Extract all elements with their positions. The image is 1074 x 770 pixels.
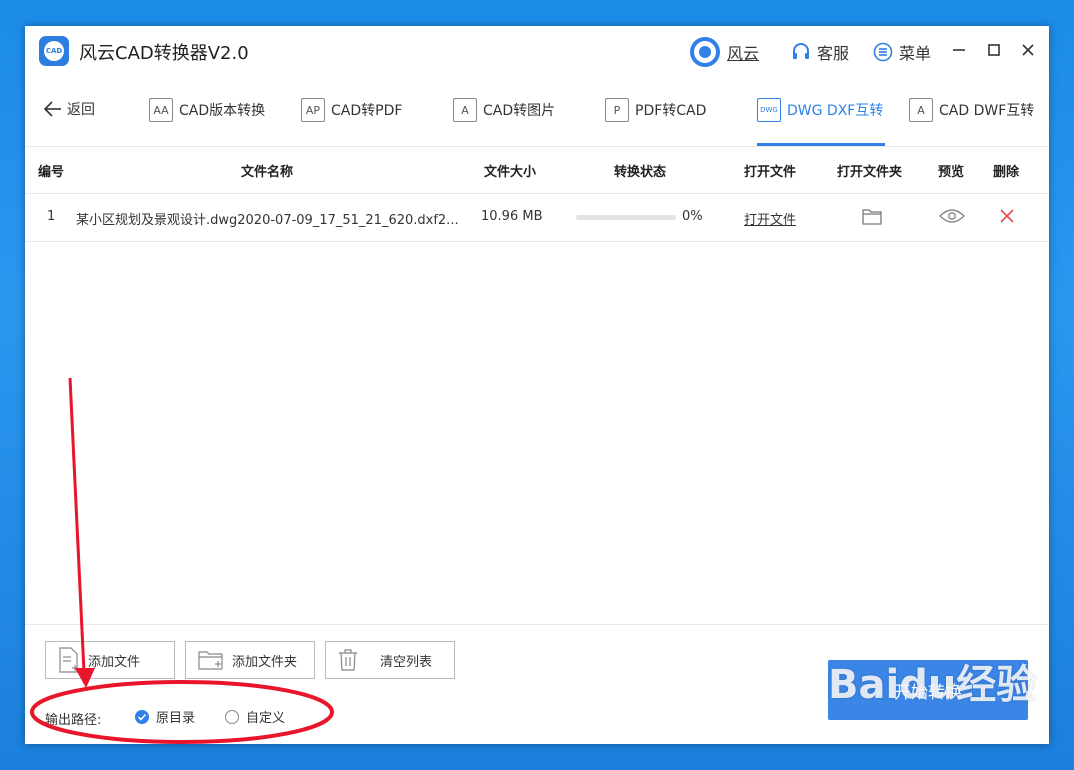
- add-file-icon: [59, 647, 78, 673]
- radio-custom-label: 自定义: [246, 711, 286, 726]
- headset-icon: [793, 43, 809, 59]
- menu-button[interactable]: 菜单: [873, 40, 931, 64]
- back-label: 返回: [67, 102, 95, 118]
- add-file-button[interactable]: 添加文件: [45, 641, 175, 679]
- col-size: 文件大小: [484, 165, 537, 180]
- tab-cad-to-pdf[interactable]: AP CAD转PDF: [301, 96, 402, 124]
- cad-pdf-icon: AP: [301, 98, 325, 122]
- delete-button[interactable]: [1000, 209, 1014, 227]
- cad-dwf-icon: A: [909, 98, 933, 122]
- user-label: 风云: [727, 44, 760, 63]
- row-size: 10.96 MB: [481, 209, 543, 224]
- close-icon: [1022, 44, 1034, 56]
- tab-dwg-dxf[interactable]: DWG DWG DXF互转: [757, 96, 883, 124]
- radio-original-dir[interactable]: 原目录: [135, 707, 195, 726]
- row-index: 1: [47, 209, 56, 224]
- tab-label: CAD版本转换: [179, 103, 266, 119]
- menu-label: 菜单: [899, 44, 932, 63]
- col-status: 转换状态: [614, 165, 667, 180]
- tab-pdf-to-cad[interactable]: P PDF转CAD: [605, 96, 706, 124]
- clear-list-label: 清空列表: [380, 654, 433, 670]
- add-folder-icon: [198, 651, 223, 670]
- add-folder-button[interactable]: 添加文件夹: [185, 641, 315, 679]
- add-file-label: 添加文件: [88, 654, 141, 670]
- app-logo-icon: CAD: [39, 36, 69, 66]
- cad-version-icon: AA: [149, 98, 173, 122]
- watermark-url: jingyan.baidu.com: [830, 724, 960, 740]
- app-title: 风云CAD转换器V2.0: [79, 43, 249, 64]
- open-folder-button[interactable]: [862, 207, 882, 229]
- user-account[interactable]: 风云: [689, 36, 759, 68]
- tab-label: DWG DXF互转: [787, 103, 884, 119]
- row-filename: 某小区规划及景观设计.dwg2020-07-09_17_51_21_620.dx…: [76, 213, 459, 228]
- radio-unchecked-icon: [225, 709, 239, 724]
- table-row[interactable]: 1 某小区规划及景观设计.dwg2020-07-09_17_51_21_620.…: [25, 193, 1049, 242]
- conversion-progress-bar: [576, 215, 676, 220]
- arrow-left-icon: [43, 101, 61, 117]
- radio-checked-icon: [135, 709, 149, 724]
- close-button[interactable]: [1016, 38, 1040, 62]
- radio-original-label: 原目录: [156, 711, 196, 726]
- eye-icon: [939, 209, 965, 223]
- app-window: CAD 风云CAD转换器V2.0 风云 客服 菜单 返回 AA CAD版本转换 …: [25, 26, 1049, 744]
- delete-x-icon: [1000, 209, 1014, 223]
- tab-cad-to-image[interactable]: A CAD转图片: [453, 96, 555, 124]
- progress-text: 0%: [682, 209, 703, 224]
- minimize-button[interactable]: [947, 38, 971, 62]
- tab-cad-version[interactable]: AA CAD版本转换: [149, 96, 265, 124]
- service-label: 客服: [817, 44, 850, 63]
- col-open-file: 打开文件: [744, 165, 797, 180]
- col-open-folder: 打开文件夹: [837, 165, 903, 180]
- tab-label: CAD DWF互转: [939, 103, 1035, 119]
- title-bar: CAD 风云CAD转换器V2.0 风云 客服 菜单: [25, 26, 1049, 76]
- col-filename: 文件名称: [241, 165, 294, 180]
- output-path-label: 输出路径:: [45, 713, 102, 728]
- trash-icon: [339, 649, 357, 671]
- pdf-cad-icon: P: [605, 98, 629, 122]
- tab-bar: 返回 AA CAD版本转换 AP CAD转PDF A CAD转图片 P PDF转…: [25, 76, 1049, 147]
- minimize-icon: [953, 49, 965, 51]
- tab-label: PDF转CAD: [635, 103, 707, 119]
- file-table-header: 编号 文件名称 文件大小 转换状态 打开文件 打开文件夹 预览 删除: [25, 146, 1049, 194]
- customer-service-button[interactable]: 客服: [791, 40, 849, 64]
- back-button[interactable]: 返回: [43, 99, 95, 119]
- folder-icon: [862, 209, 882, 225]
- col-index: 编号: [38, 165, 65, 180]
- baidu-watermark: Baidu经验: [828, 662, 1037, 708]
- menu-icon: [873, 42, 893, 62]
- tab-label: CAD转图片: [483, 103, 556, 119]
- maximize-icon: [988, 44, 1000, 56]
- maximize-button[interactable]: [982, 38, 1006, 62]
- bottom-divider: [25, 624, 1049, 625]
- radio-custom-dir[interactable]: 自定义: [225, 707, 285, 726]
- preview-button[interactable]: [939, 208, 965, 228]
- tab-label: CAD转PDF: [331, 103, 403, 119]
- clear-list-button[interactable]: 清空列表: [325, 641, 455, 679]
- cad-image-icon: A: [453, 98, 477, 122]
- user-avatar-icon: [690, 37, 720, 67]
- dwg-dxf-icon: DWG: [757, 98, 781, 122]
- tab-cad-dwf[interactable]: A CAD DWF互转: [909, 96, 1034, 124]
- open-file-link[interactable]: 打开文件: [744, 209, 796, 228]
- col-preview: 预览: [938, 165, 965, 180]
- add-folder-label: 添加文件夹: [232, 654, 298, 670]
- col-delete: 删除: [993, 165, 1020, 180]
